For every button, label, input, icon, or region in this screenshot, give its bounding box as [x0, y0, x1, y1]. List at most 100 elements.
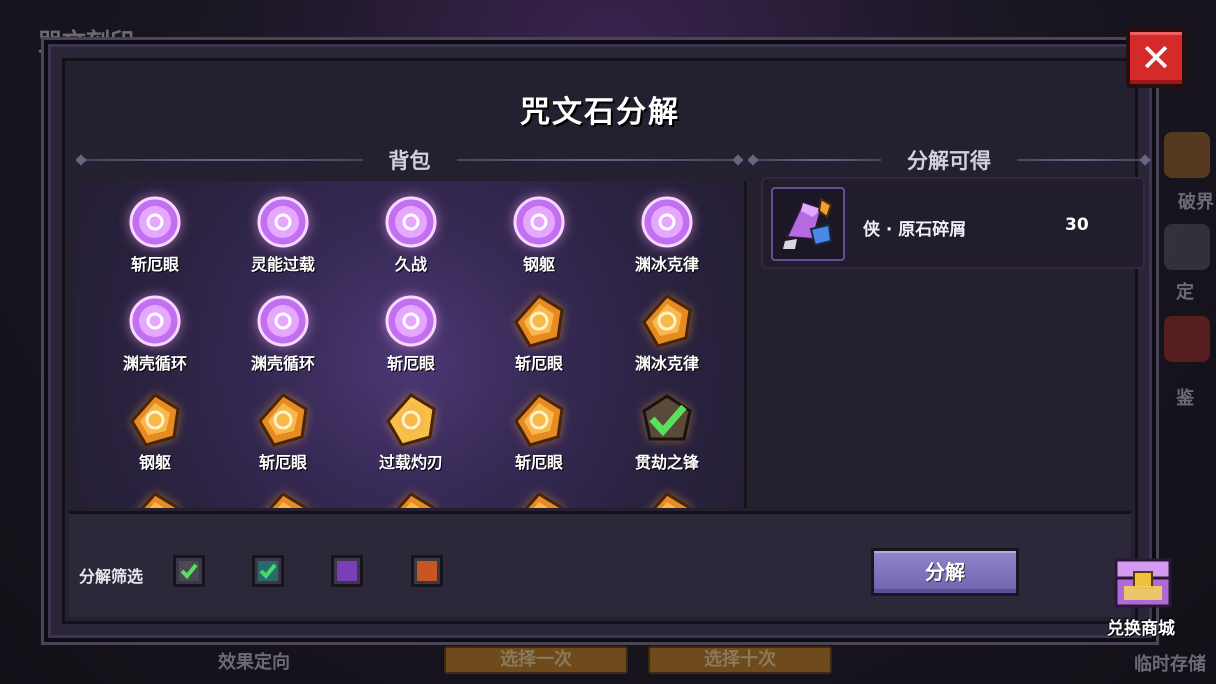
- runestone-icon: [510, 193, 568, 251]
- bg-icon-2: [1164, 224, 1210, 270]
- divider-line: [456, 159, 734, 161]
- bg-draw-ten-button: 选择十次: [648, 646, 832, 674]
- inventory-item[interactable]: [603, 490, 731, 508]
- inventory-item-label: 贯劫之锋: [634, 453, 699, 472]
- inventory-item[interactable]: 斩厄眼: [347, 292, 475, 391]
- inventory-item[interactable]: 贯劫之锋: [603, 391, 731, 490]
- inventory-item-label: 钢躯: [522, 255, 555, 274]
- inventory-item[interactable]: 灵能过载: [219, 193, 347, 292]
- decompose-dialog: 咒文石分解 背包 分解可得 斩厄眼 灵能过载 久战 钢躯 渊冰克律 渊壳循环 渊壳循环 斩厄眼…: [44, 40, 1156, 642]
- filter-special-checkbox[interactable]: [173, 555, 205, 587]
- close-button[interactable]: ✕: [1126, 28, 1186, 88]
- close-icon: ✕: [1140, 36, 1172, 80]
- bg-effect-label: 效果定向: [218, 652, 290, 673]
- filter-orange-checkbox[interactable]: [411, 555, 443, 587]
- divider-ornament: [75, 154, 87, 166]
- reward-name: 侠 · 原石碎屑: [863, 220, 967, 240]
- runestone-icon: [382, 193, 440, 251]
- inventory-item-label: 斩厄眼: [514, 354, 563, 373]
- check-icon: [258, 561, 278, 581]
- divider-line: [85, 159, 363, 161]
- divider-line: [757, 159, 881, 161]
- reward-heading-label: 分解可得: [907, 149, 991, 173]
- inventory-item-label: 久战: [394, 255, 427, 274]
- inventory-item-label: 斩厄眼: [514, 453, 563, 472]
- inventory-item[interactable]: [475, 490, 603, 508]
- runestone-icon: [510, 391, 568, 449]
- inventory-item[interactable]: [91, 490, 219, 508]
- inventory-item-label: 渊壳循环: [122, 354, 187, 373]
- check-icon: [179, 561, 199, 581]
- runestone-icon: [126, 193, 184, 251]
- inventory-heading-label: 背包: [388, 149, 431, 173]
- inventory-item-label: 渊冰克律: [634, 354, 699, 373]
- bg-icon-1: [1164, 132, 1210, 178]
- inventory-item[interactable]: 久战: [347, 193, 475, 292]
- inventory-item[interactable]: 过载灼刃: [347, 391, 475, 490]
- inventory-heading: 背包: [75, 145, 744, 175]
- inventory-item[interactable]: 渊壳循环: [91, 292, 219, 391]
- divider-ornament: [732, 154, 744, 166]
- inventory-item[interactable]: 斩厄眼: [91, 193, 219, 292]
- inventory-item[interactable]: 斩厄眼: [475, 391, 603, 490]
- runestone-icon: [638, 490, 696, 508]
- exchange-shop-button[interactable]: 兑换商城: [1100, 550, 1186, 639]
- divider-ornament: [1139, 154, 1151, 166]
- inventory-grid-panel[interactable]: 斩厄眼 灵能过载 久战 钢躯 渊冰克律 渊壳循环 渊壳循环 斩厄眼 斩厄眼 渊冰克律 钢躯 斩厄眼 过载…: [77, 181, 742, 508]
- runestone-icon: [382, 391, 440, 449]
- reward-count: 30: [1065, 215, 1089, 235]
- filter-label: 分解筛选: [79, 567, 144, 586]
- panel-divider: [744, 181, 747, 508]
- filter-purple-checkbox[interactable]: [331, 555, 363, 587]
- dialog-title: 咒文石分解: [520, 95, 680, 130]
- bg-storage-label: 临时存储: [1134, 654, 1206, 675]
- inventory-grid: 斩厄眼 灵能过载 久战 钢躯 渊冰克律 渊壳循环 渊壳循环 斩厄眼 斩厄眼 渊冰克律 钢躯 斩厄眼 过载…: [91, 193, 731, 508]
- bg-right-label-2: 定: [1176, 282, 1194, 303]
- filter-green-checkbox[interactable]: [252, 555, 284, 587]
- inventory-item[interactable]: 渊壳循环: [219, 292, 347, 391]
- inventory-item[interactable]: 渊冰克律: [603, 193, 731, 292]
- inventory-item-label: 渊冰克律: [634, 255, 699, 274]
- runestone-icon: [510, 490, 568, 508]
- runestone-icon: [126, 391, 184, 449]
- inventory-item[interactable]: 斩厄眼: [475, 292, 603, 391]
- runestone-icon: [126, 490, 184, 508]
- orange-swatch: [417, 561, 437, 581]
- runestone-icon: [382, 292, 440, 350]
- divider-ornament: [747, 154, 759, 166]
- inventory-item[interactable]: 斩厄眼: [219, 391, 347, 490]
- inventory-item-label: 渊壳循环: [250, 354, 315, 373]
- divider-line: [1017, 159, 1141, 161]
- inventory-item[interactable]: [347, 490, 475, 508]
- runestone-icon: [510, 292, 568, 350]
- inventory-item[interactable]: 钢躯: [91, 391, 219, 490]
- ore-shard-icon[interactable]: [771, 187, 845, 261]
- inventory-item-label: 斩厄眼: [130, 255, 179, 274]
- inventory-item-label: 斩厄眼: [258, 453, 307, 472]
- bg-right-label-3: 鉴: [1176, 388, 1194, 409]
- inventory-item[interactable]: [219, 490, 347, 508]
- bg-icon-3: [1164, 316, 1210, 362]
- exchange-shop-label: 兑换商城: [1107, 619, 1175, 639]
- inventory-item-label: 过载灼刃: [378, 453, 443, 472]
- purple-swatch: [337, 561, 357, 581]
- bg-right-label-1: 破界: [1178, 192, 1214, 213]
- inventory-item-label: 斩厄眼: [386, 354, 435, 373]
- runestone-icon: [638, 292, 696, 350]
- bg-draw-one-button: 选择一次: [444, 646, 628, 674]
- filter-bar: 分解筛选 分解: [69, 511, 1131, 617]
- decompose-button[interactable]: 分解: [871, 548, 1019, 596]
- runestone-icon: [254, 292, 312, 350]
- reward-heading: 分解可得: [747, 145, 1151, 175]
- dialog-body: 咒文石分解 背包 分解可得 斩厄眼 灵能过载 久战 钢躯 渊冰克律 渊壳循环 渊壳循环 斩厄眼…: [62, 58, 1151, 624]
- inventory-item[interactable]: 渊冰克律: [603, 292, 731, 391]
- runestone-icon: [254, 391, 312, 449]
- runestone-icon: [382, 490, 440, 508]
- runestone-icon: [126, 292, 184, 350]
- inventory-item-label: 灵能过载: [250, 255, 315, 274]
- treasure-chest-icon: [1114, 558, 1172, 608]
- inventory-item[interactable]: 钢躯: [475, 193, 603, 292]
- inventory-item-label: 钢躯: [138, 453, 171, 472]
- runestone-icon: [254, 193, 312, 251]
- reward-item-card: 侠 · 原石碎屑 30: [761, 177, 1145, 269]
